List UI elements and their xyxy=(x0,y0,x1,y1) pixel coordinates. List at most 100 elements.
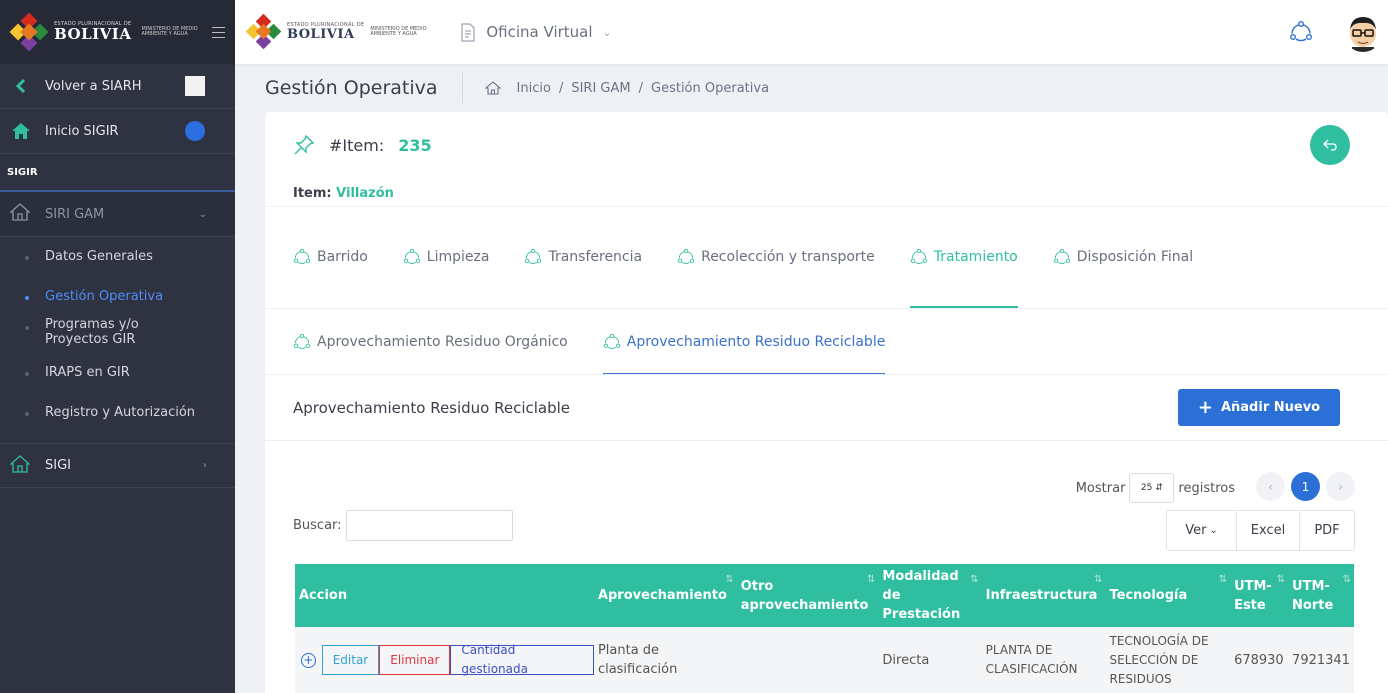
sidebar-item-siri-gam[interactable]: SIRI GAM ⌄ xyxy=(0,192,235,237)
subtab-reciclable[interactable]: Aprovechamiento Residuo Reciclable xyxy=(602,310,886,374)
sidebar-subitem-label: Datos Generales xyxy=(45,249,153,264)
delete-button[interactable]: Eliminar xyxy=(379,645,451,675)
sort-icon: ⇅ xyxy=(1094,574,1103,585)
item-header: #Item: 235 Item: Villazón xyxy=(265,112,1388,207)
cell-modalidad: Directa xyxy=(878,627,982,693)
home-outline-icon xyxy=(9,203,32,225)
item-number: 235 xyxy=(398,135,432,155)
menu-toggle-icon[interactable] xyxy=(212,26,225,38)
sidebar-item-label: SIRI GAM xyxy=(45,206,105,222)
bolivia-logo xyxy=(245,13,282,50)
add-new-button[interactable]: + Añadir Nuevo xyxy=(1178,389,1340,426)
breadcrumb-siri-gam[interactable]: SIRI GAM xyxy=(571,81,630,96)
excel-button[interactable]: Excel xyxy=(1237,511,1300,550)
tab-label: Tratamiento xyxy=(933,249,1018,265)
item-label: #Item: xyxy=(329,135,385,155)
tab-label: Barrido xyxy=(317,249,368,265)
brand-sub: MINISTERIO DE MEDIO AMBIENTE Y AGUA xyxy=(370,25,427,37)
add-new-label: Añadir Nuevo xyxy=(1220,400,1321,415)
col-modalidad[interactable]: Modalidad de Prestación ⇅ xyxy=(878,564,982,627)
sidebar-item-sigi[interactable]: SIGI › xyxy=(0,443,235,488)
breadcrumb-separator: / xyxy=(638,80,643,96)
col-label: Otro aprovechamiento xyxy=(740,578,869,613)
sidebar-subitem-label: Registro y Autorización xyxy=(45,405,196,420)
avatar[interactable] xyxy=(1343,12,1383,52)
return-icon xyxy=(1323,139,1337,151)
updown-icon: ⇵ xyxy=(1155,483,1163,493)
sidebar-item-label: Inicio SIGIR xyxy=(45,123,119,139)
prev-page-button[interactable]: ‹ xyxy=(1256,472,1285,501)
recycle-icon xyxy=(403,248,420,264)
recycle-icon xyxy=(525,248,542,264)
next-page-button[interactable]: › xyxy=(1326,472,1355,501)
sidebar-item-inicio[interactable]: Inicio SIGIR xyxy=(0,109,235,154)
page-button[interactable]: 1 xyxy=(1291,472,1320,501)
item-name: Item: Villazón xyxy=(293,186,394,201)
breadcrumb: Inicio / SIRI GAM / Gestión Operativa xyxy=(484,80,769,96)
tab-label: Recolección y transporte xyxy=(701,249,875,265)
sort-icon: ⇅ xyxy=(1276,574,1286,585)
col-label: UTM-Este xyxy=(1234,578,1272,613)
col-utm-este[interactable]: UTM-Este ⇅ xyxy=(1230,564,1289,627)
square-indicator xyxy=(185,76,205,96)
sidebar-item-programas[interactable]: Programas y/o Proyectos GIR xyxy=(0,307,235,361)
item-name-value: Villazón xyxy=(336,186,394,201)
tabs: Barrido Limpieza Transferencia Recolecci… xyxy=(265,207,1388,309)
recycle-icon xyxy=(910,248,927,264)
recycle-icon xyxy=(293,248,311,264)
sidebar-item-registro[interactable]: Registro y Autorización xyxy=(0,401,235,443)
recycle-icon[interactable] xyxy=(1289,20,1313,44)
home-outline-icon xyxy=(9,454,32,477)
recycle-icon xyxy=(293,333,311,349)
bolivia-logo xyxy=(9,12,49,52)
chevron-right-icon: › xyxy=(203,460,207,471)
section-title: Aprovechamiento Residuo Reciclable xyxy=(293,398,571,417)
row-actions: + Editar Eliminar Cantidad gestionada xyxy=(295,643,594,676)
edit-button[interactable]: Editar xyxy=(321,645,380,675)
oficina-virtual-dropdown[interactable]: Oficina Virtual ⌄ xyxy=(460,23,612,42)
topbar: ESTADO PLURINACIONAL DE BOLIVIA MINISTER… xyxy=(235,0,1388,64)
breadcrumb-inicio[interactable]: Inicio xyxy=(517,81,551,96)
bullet xyxy=(25,372,29,376)
col-infraestructura[interactable]: Infraestructura ⇅ xyxy=(981,564,1106,627)
tab-disposicion-final[interactable]: Disposición Final xyxy=(1053,208,1193,308)
table-controls: Mostrar 25 ⇵ registros ‹ 1 › Buscar: Ver ⌄… xyxy=(265,441,1388,565)
tab-recoleccion[interactable]: Recolección y transporte xyxy=(677,208,875,308)
page-title: Gestión Operativa xyxy=(265,73,463,103)
sidebar-section-label: SIGIR xyxy=(0,154,235,192)
sidebar-brand: ESTADO PLURINACIONAL DE BOLIVIA MINISTER… xyxy=(0,0,235,64)
bullet xyxy=(25,256,29,260)
tab-barrido[interactable]: Barrido xyxy=(293,208,368,308)
data-table: Accion Aprovechamiento ⇅ Otro aprovechami… xyxy=(295,564,1354,693)
pdf-button[interactable]: PDF xyxy=(1300,511,1354,550)
expand-row-icon[interactable]: + xyxy=(301,652,316,668)
chevron-left-icon xyxy=(10,75,32,97)
sidebar-item-datos-generales[interactable]: Datos Generales xyxy=(0,237,235,277)
cell-accion: + Editar Eliminar Cantidad gestionada xyxy=(295,627,594,693)
col-otro[interactable]: Otro aprovechamiento ⇅ xyxy=(736,564,879,627)
col-tecnologia[interactable]: Tecnología ⇅ xyxy=(1105,564,1231,627)
sidebar-item-gestion-operativa[interactable]: Gestión Operativa xyxy=(0,277,235,307)
tab-transferencia[interactable]: Transferencia xyxy=(524,208,642,308)
home-icon[interactable] xyxy=(484,81,501,95)
tab-tratamiento[interactable]: Tratamiento xyxy=(909,208,1018,308)
subtab-organico[interactable]: Aprovechamiento Residuo Orgánico xyxy=(293,310,568,374)
topbar-brand: ESTADO PLURINACIONAL DE BOLIVIA MINISTER… xyxy=(245,13,438,50)
sidebar-item-volver[interactable]: Volver a SIARH xyxy=(0,64,235,109)
col-accion[interactable]: Accion xyxy=(295,564,594,627)
search-input[interactable] xyxy=(345,510,513,541)
topbar-actions xyxy=(1289,12,1383,52)
tab-limpieza[interactable]: Limpieza xyxy=(403,208,489,308)
back-button[interactable] xyxy=(1310,125,1350,165)
ver-button[interactable]: Ver ⌄ xyxy=(1167,511,1237,550)
subtab-label: Aprovechamiento Residuo Reciclable xyxy=(626,333,886,350)
quantity-button[interactable]: Cantidad gestionada xyxy=(450,643,594,676)
page-size-select[interactable]: 25 ⇵ xyxy=(1129,473,1175,503)
bullet xyxy=(25,326,29,330)
sidebar-item-iraps[interactable]: IRAPS en GIR xyxy=(0,361,235,401)
col-utm-norte[interactable]: UTM-Norte ⇅ xyxy=(1288,564,1354,627)
recycle-icon xyxy=(603,333,620,349)
col-aprovechamiento[interactable]: Aprovechamiento ⇅ xyxy=(593,564,737,627)
oficina-label: Oficina Virtual xyxy=(486,23,593,41)
search-label: Buscar: xyxy=(293,518,342,533)
